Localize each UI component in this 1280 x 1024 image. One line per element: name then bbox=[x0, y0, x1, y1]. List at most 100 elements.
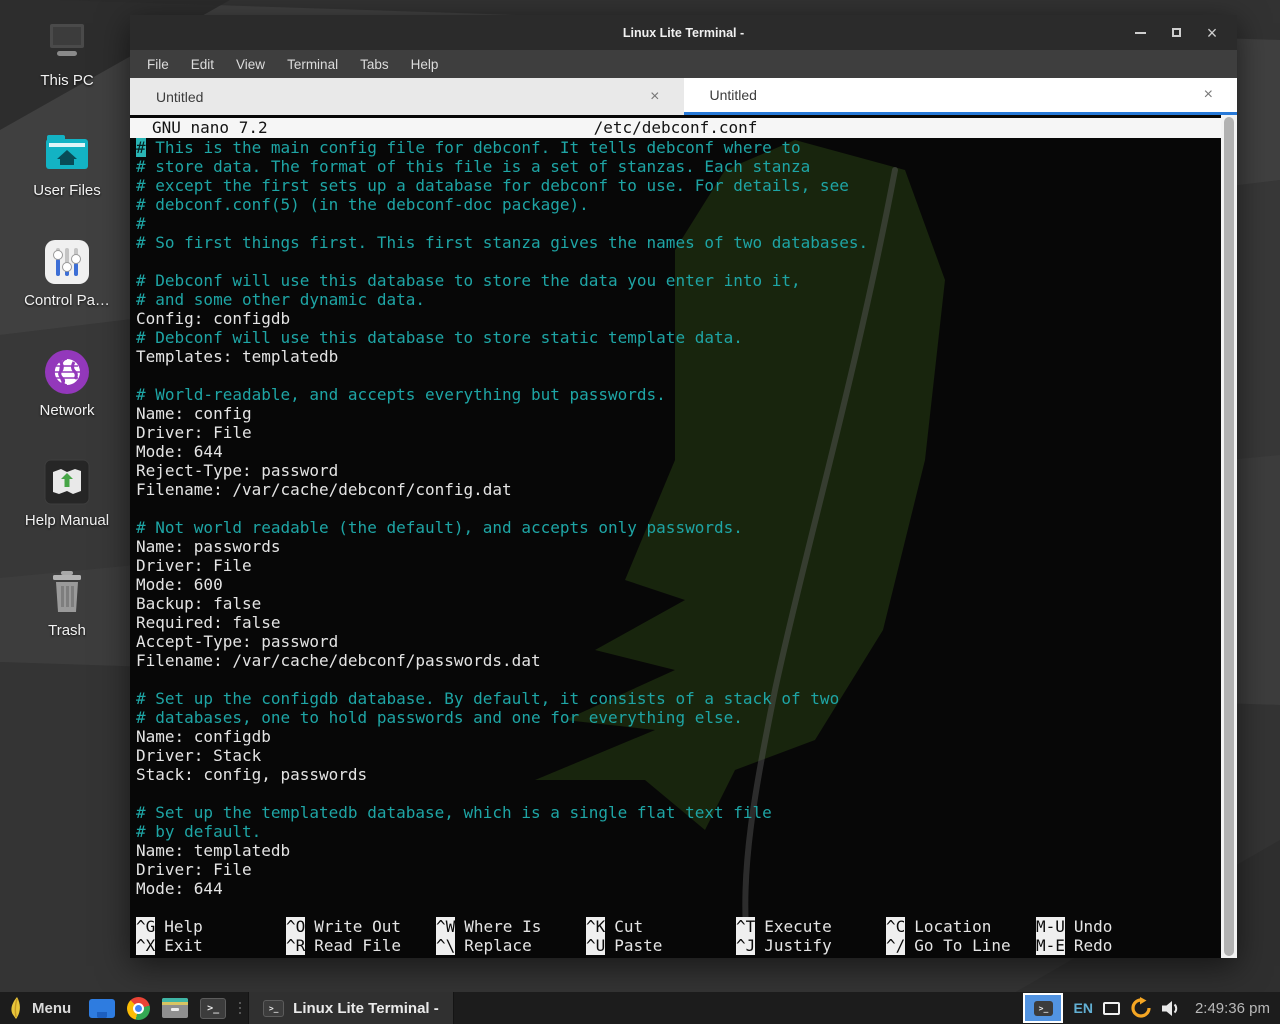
terminal-line[interactable]: Config: configdb bbox=[136, 309, 1221, 328]
maximize-button[interactable] bbox=[1165, 22, 1187, 44]
menu-help[interactable]: Help bbox=[400, 57, 450, 72]
linux-lite-logo-icon bbox=[9, 997, 24, 1019]
menu-terminal[interactable]: Terminal bbox=[276, 57, 349, 72]
clock[interactable]: 2:49:36 pm bbox=[1195, 1000, 1270, 1017]
terminal-line[interactable] bbox=[136, 252, 1221, 271]
desktop-icon-control-panel[interactable]: Control Pa… bbox=[7, 238, 127, 348]
menu-file[interactable]: File bbox=[136, 57, 180, 72]
terminal-line[interactable]: # and some other dynamic data. bbox=[136, 290, 1221, 309]
nano-shortcut[interactable]: ^CLocation bbox=[886, 917, 1036, 936]
terminal-line[interactable]: # Not world readable (the default), and … bbox=[136, 518, 1221, 537]
minimize-button[interactable] bbox=[1129, 22, 1151, 44]
taskbar-separator-handle[interactable] bbox=[236, 998, 244, 1018]
terminal-line[interactable]: Name: config bbox=[136, 404, 1221, 423]
terminal-line[interactable]: Templates: templatedb bbox=[136, 347, 1221, 366]
menu-button-label[interactable]: Menu bbox=[32, 1000, 71, 1017]
nano-shortcut[interactable]: ^JJustify bbox=[736, 936, 886, 955]
nano-file-path: /etc/debconf.conf bbox=[130, 118, 1221, 138]
menu-button[interactable] bbox=[9, 997, 24, 1019]
terminal-lines[interactable]: # This is the main config file for debco… bbox=[130, 138, 1221, 898]
terminal-line[interactable]: Accept-Type: password bbox=[136, 632, 1221, 651]
nano-shortcut[interactable]: M-UUndo bbox=[1036, 917, 1112, 936]
terminal-launcher[interactable]: >_ bbox=[200, 998, 226, 1019]
taskbar-window-button[interactable]: >_ Linux Lite Terminal - bbox=[248, 992, 454, 1024]
terminal-line[interactable]: Reject-Type: password bbox=[136, 461, 1221, 480]
terminal-line[interactable]: # World-readable, and accepts everything… bbox=[136, 385, 1221, 404]
archive-launcher[interactable] bbox=[162, 998, 188, 1018]
shortcut-label: Cut bbox=[614, 917, 643, 936]
chrome-icon bbox=[127, 997, 150, 1020]
menu-view[interactable]: View bbox=[225, 57, 276, 72]
terminal-line[interactable]: Stack: config, passwords bbox=[136, 765, 1221, 784]
nano-shortcut[interactable]: ^GHelp bbox=[136, 917, 286, 936]
terminal-line[interactable]: # debconf.conf(5) (in the debconf-doc pa… bbox=[136, 195, 1221, 214]
updates-icon[interactable] bbox=[1130, 997, 1152, 1019]
desktop-icon-this-pc[interactable]: This PC bbox=[7, 18, 127, 128]
nano-shortcut[interactable]: ^XExit bbox=[136, 936, 286, 955]
nano-editor: GNU nano 7.2 /etc/debconf.conf # This is… bbox=[130, 115, 1237, 958]
file-manager-launcher[interactable] bbox=[89, 999, 115, 1018]
terminal-line[interactable]: Filename: /var/cache/debconf/passwords.d… bbox=[136, 651, 1221, 670]
terminal-line[interactable]: # by default. bbox=[136, 822, 1221, 841]
terminal-line[interactable]: Filename: /var/cache/debconf/config.dat bbox=[136, 480, 1221, 499]
chrome-launcher[interactable] bbox=[127, 997, 150, 1020]
nano-shortcut[interactable]: ^\Replace bbox=[436, 936, 586, 955]
terminal-line[interactable]: Driver: File bbox=[136, 860, 1221, 879]
terminal-line[interactable]: Required: false bbox=[136, 613, 1221, 632]
terminal-line[interactable] bbox=[136, 784, 1221, 803]
menu-bar: FileEditViewTerminalTabsHelp bbox=[130, 50, 1237, 78]
terminal-line[interactable]: Name: passwords bbox=[136, 537, 1221, 556]
display-settings-icon[interactable] bbox=[1103, 1002, 1120, 1015]
terminal-content[interactable]: GNU nano 7.2 /etc/debconf.conf # This is… bbox=[130, 115, 1221, 958]
terminal-line[interactable] bbox=[136, 366, 1221, 385]
terminal-line[interactable] bbox=[136, 670, 1221, 689]
terminal-line[interactable] bbox=[136, 499, 1221, 518]
tray-terminal-indicator[interactable]: >_ bbox=[1023, 993, 1063, 1023]
terminal-line[interactable]: # except the first sets up a database fo… bbox=[136, 176, 1221, 195]
terminal-line[interactable]: # Set up the configdb database. By defau… bbox=[136, 689, 1221, 708]
window-titlebar[interactable]: Linux Lite Terminal - × bbox=[130, 15, 1237, 50]
menu-edit[interactable]: Edit bbox=[180, 57, 225, 72]
menu-tabs[interactable]: Tabs bbox=[349, 57, 400, 72]
desktop-icon-trash[interactable]: Trash bbox=[7, 568, 127, 678]
tab-close-icon[interactable]: × bbox=[1200, 86, 1217, 104]
keyboard-layout-indicator[interactable]: EN bbox=[1073, 1000, 1092, 1016]
terminal-line[interactable]: Driver: Stack bbox=[136, 746, 1221, 765]
nano-shortcut[interactable]: ^/Go To Line bbox=[886, 936, 1036, 955]
nano-shortcut[interactable]: ^TExecute bbox=[736, 917, 886, 936]
system-tray: >_ EN 2:49:36 pm bbox=[1023, 993, 1270, 1023]
nano-shortcut[interactable]: ^RRead File bbox=[286, 936, 436, 955]
nano-shortcut[interactable]: ^KCut bbox=[586, 917, 736, 936]
terminal-line[interactable]: Mode: 644 bbox=[136, 442, 1221, 461]
terminal-line[interactable]: Name: templatedb bbox=[136, 841, 1221, 860]
terminal-line[interactable]: # databases, one to hold passwords and o… bbox=[136, 708, 1221, 727]
scrollbar-thumb[interactable] bbox=[1224, 117, 1234, 956]
desktop-icon-help-manual[interactable]: Help Manual bbox=[7, 458, 127, 568]
nano-shortcut[interactable]: ^UPaste bbox=[586, 936, 736, 955]
terminal-line[interactable]: # Set up the templatedb database, which … bbox=[136, 803, 1221, 822]
terminal-line[interactable]: # Debconf will use this database to stor… bbox=[136, 328, 1221, 347]
control-panel-sliders-icon bbox=[43, 238, 91, 286]
terminal-line[interactable]: # store data. The format of this file is… bbox=[136, 157, 1221, 176]
tab-untitled-1[interactable]: Untitled × bbox=[130, 78, 684, 115]
close-button[interactable]: × bbox=[1201, 22, 1223, 44]
terminal-line[interactable]: # This is the main config file for debco… bbox=[136, 138, 1221, 157]
desktop-icon-network[interactable]: Network bbox=[7, 348, 127, 458]
terminal-line[interactable]: Mode: 600 bbox=[136, 575, 1221, 594]
volume-icon[interactable] bbox=[1162, 1000, 1181, 1017]
tab-untitled-2[interactable]: Untitled × bbox=[684, 78, 1238, 115]
nano-shortcut[interactable]: M-ERedo bbox=[1036, 936, 1112, 955]
terminal-line[interactable]: Backup: false bbox=[136, 594, 1221, 613]
nano-shortcut[interactable]: ^OWrite Out bbox=[286, 917, 436, 936]
scrollbar-track[interactable] bbox=[1221, 115, 1237, 958]
tab-close-icon[interactable]: × bbox=[646, 88, 663, 106]
terminal-line[interactable]: Driver: File bbox=[136, 556, 1221, 575]
terminal-line[interactable]: Mode: 644 bbox=[136, 879, 1221, 898]
nano-shortcut[interactable]: ^WWhere Is bbox=[436, 917, 586, 936]
terminal-line[interactable]: # bbox=[136, 214, 1221, 233]
terminal-line[interactable]: # Debconf will use this database to stor… bbox=[136, 271, 1221, 290]
terminal-line[interactable]: Driver: File bbox=[136, 423, 1221, 442]
terminal-line[interactable]: Name: configdb bbox=[136, 727, 1221, 746]
desktop-icon-user-files[interactable]: User Files bbox=[7, 128, 127, 238]
terminal-line[interactable]: # So first things first. This first stan… bbox=[136, 233, 1221, 252]
